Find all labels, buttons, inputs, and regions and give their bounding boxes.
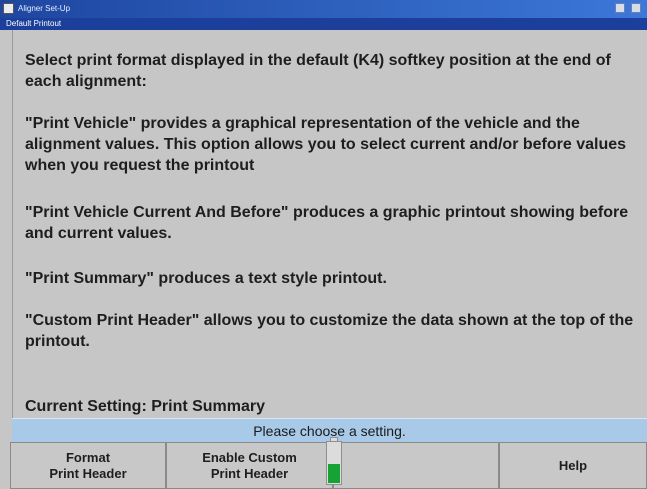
help-text-panel: Select print format displayed in the def…: [12, 30, 640, 418]
screen-title-bar: Default Printout: [0, 18, 647, 30]
blank-softkey-button[interactable]: [333, 442, 499, 489]
softkey-label: Help: [558, 457, 588, 473]
instruction-paragraph: Select print format displayed in the def…: [25, 52, 611, 90]
screen-title: Default Printout: [6, 19, 62, 28]
battery-icon: [326, 441, 342, 485]
print-summary-description: "Print Summary" produces a text style pr…: [25, 270, 387, 287]
softkey-label: Format Print Header: [49, 449, 127, 481]
print-current-before-description: "Print Vehicle Current And Before" produ…: [25, 204, 629, 242]
enable-custom-print-header-button[interactable]: Enable Custom Print Header: [166, 442, 333, 489]
title-bar: Aligner Set-Up: [0, 0, 647, 18]
softkey-label: Enable Custom Print Header: [202, 449, 297, 481]
print-vehicle-description: "Print Vehicle" provides a graphical rep…: [25, 115, 627, 174]
custom-header-description: "Custom Print Header" allows you to cust…: [25, 312, 634, 350]
window-title: Aligner Set-Up: [18, 4, 71, 13]
format-print-header-button[interactable]: Format Print Header: [10, 442, 166, 489]
help-button[interactable]: Help: [499, 442, 647, 489]
current-setting: Current Setting: Print Summary: [25, 398, 266, 415]
app-icon: [3, 3, 14, 14]
battery-level-fill: [328, 464, 340, 483]
minimize-icon[interactable]: [614, 3, 625, 13]
maximize-icon[interactable]: [631, 3, 641, 13]
aligner-window: Aligner Set-Up Default Printout Select p…: [0, 0, 647, 489]
